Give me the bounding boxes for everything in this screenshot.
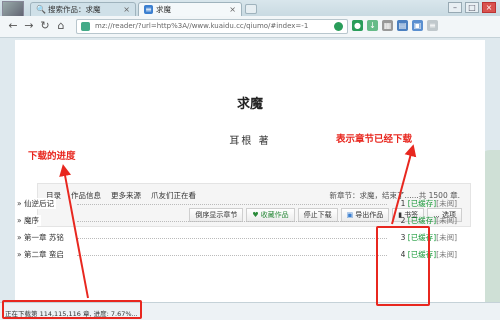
arrow-progress — [59, 164, 89, 299]
annotation-arrows — [59, 144, 417, 299]
arrow-cached — [391, 144, 417, 225]
